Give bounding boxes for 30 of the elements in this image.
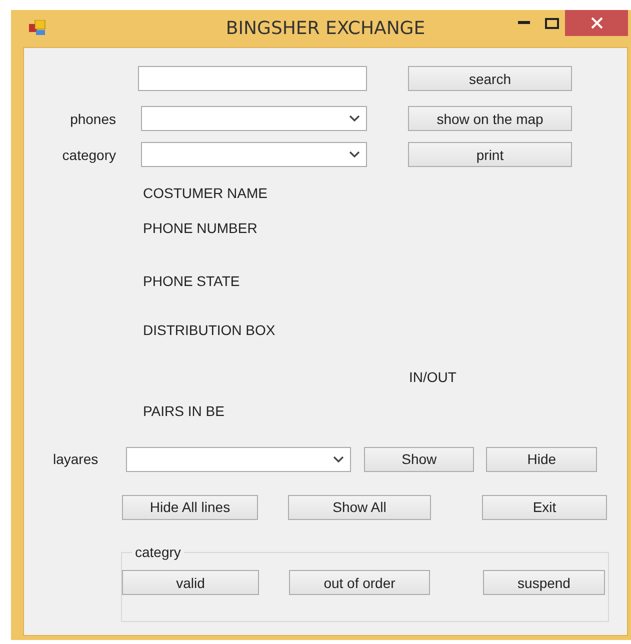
search-field[interactable] [138, 66, 367, 91]
info-label: IN/OUT [409, 369, 456, 385]
field-label: layares [53, 451, 98, 467]
app-icon [29, 20, 47, 36]
field-label: phones [69, 110, 116, 126]
minimize-icon [518, 21, 530, 25]
dropdown[interactable] [141, 142, 367, 167]
hide-all-lines-button[interactable]: Hide All lines [122, 494, 258, 520]
maximize-icon [545, 18, 559, 28]
show-button[interactable]: Show [364, 446, 474, 472]
exit-button[interactable]: Exit [482, 494, 607, 520]
search-button[interactable]: search [408, 66, 572, 91]
close-button[interactable] [565, 10, 628, 36]
dropdown[interactable] [141, 106, 367, 131]
valid-button[interactable]: valid [122, 570, 259, 595]
show-all-button[interactable]: Show All [288, 494, 431, 520]
info-label: PHONE NUMBER [143, 220, 258, 236]
map-button[interactable]: show on the map [408, 106, 572, 131]
out-of-order-button[interactable]: out of order [289, 570, 430, 595]
suspend-button[interactable]: suspend [483, 570, 605, 595]
info-label: PAIRS IN BE [143, 403, 224, 419]
close-icon [590, 17, 602, 29]
hide-button[interactable]: Hide [486, 446, 598, 472]
info-label: DISTRIBUTION BOX [143, 322, 276, 338]
field-label: category [61, 146, 116, 162]
window-title: BINGSHER EXCHANGE [226, 18, 426, 39]
dropdown[interactable] [126, 446, 352, 472]
info-label: PHONE STATE [143, 273, 240, 289]
info-label: COSTUMER NAME [143, 185, 268, 201]
print-button[interactable]: print [408, 142, 572, 167]
